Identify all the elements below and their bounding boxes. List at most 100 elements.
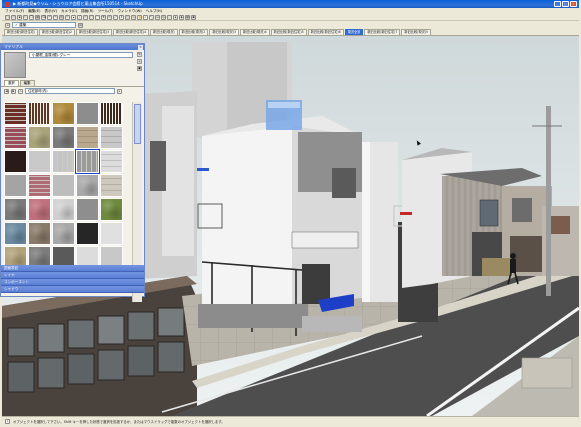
texture-swatch[interactable] — [52, 126, 75, 149]
texture-swatch[interactable] — [52, 102, 75, 125]
erase-icon[interactable]: ⌫ — [41, 14, 46, 20]
section-layers[interactable]: レイヤ — [1, 272, 144, 279]
maximize-button[interactable]: □ — [562, 1, 569, 7]
back-icon[interactable]: ◀ — [4, 88, 9, 94]
texture-swatch[interactable] — [4, 102, 27, 125]
section-style[interactable]: 図面表記 — [1, 265, 144, 272]
menu-edit[interactable]: 編集(E) — [28, 9, 40, 14]
scene-tab[interactable]: 新旧比較(新旧住宅)6 — [307, 29, 344, 35]
forward-icon[interactable]: ▶ — [11, 88, 16, 94]
scale-icon[interactable]: ⤢ — [113, 14, 118, 20]
texture-swatch[interactable] — [28, 150, 51, 173]
scene-tab[interactable]: 新旧比較(現況) — [150, 29, 178, 35]
menu-tools[interactable]: ツール(T) — [98, 9, 114, 14]
sample-paint-icon[interactable]: ✎ — [137, 52, 142, 57]
section-components[interactable]: コンポーネント — [1, 279, 144, 286]
texture-swatch[interactable] — [52, 222, 75, 245]
menu-camera[interactable]: カメラ(C) — [61, 9, 77, 14]
texture-swatch[interactable] — [28, 102, 51, 125]
rotate-icon[interactable]: ↻ — [107, 14, 112, 20]
texture-swatch[interactable] — [4, 150, 27, 173]
scene-tab[interactable]: 新旧比較(現況)4 — [239, 29, 270, 35]
mono-icon[interactable]: ▣ — [191, 14, 196, 20]
menu-draw[interactable]: 描画(R) — [81, 9, 94, 14]
texture-swatch[interactable] — [100, 102, 123, 125]
move-icon[interactable]: ✥ — [101, 14, 106, 20]
menu-file[interactable]: ファイル(F) — [5, 9, 24, 14]
materials-close-button[interactable]: × — [138, 44, 143, 50]
layers-icon[interactable]: ≡ — [5, 22, 10, 28]
hidden-icon[interactable]: ◈ — [173, 14, 178, 20]
close-button[interactable]: × — [570, 1, 577, 7]
texture-swatch[interactable] — [4, 198, 27, 221]
texture-swatch[interactable] — [75, 149, 100, 174]
save-icon[interactable]: ▪ — [17, 14, 22, 20]
home-icon[interactable]: ⌂ — [18, 88, 23, 94]
zoom-icon[interactable]: ⌕ — [143, 14, 148, 20]
create-material-icon[interactable]: + — [137, 59, 142, 64]
scene-tab[interactable]: 新旧比較(現況)2 — [178, 29, 209, 35]
scroll-thumb[interactable] — [134, 104, 141, 144]
texture-swatch[interactable] — [76, 174, 99, 197]
texture-swatch[interactable] — [100, 126, 123, 149]
menu-window[interactable]: ウィンドウ(W) — [117, 9, 141, 14]
material-name-field[interactable]: 小屋根_金属(銀)-グレー — [29, 52, 133, 58]
minimize-button[interactable]: _ — [554, 1, 561, 7]
xray-icon[interactable]: ◍ — [161, 14, 166, 20]
menu-help[interactable]: ヘルプ(H) — [146, 9, 162, 14]
details-icon[interactable]: ▸ — [117, 88, 122, 94]
select-icon[interactable]: ↖ — [65, 14, 70, 20]
texture-icon[interactable]: ▩ — [185, 14, 190, 20]
texture-swatch[interactable] — [52, 150, 75, 173]
zoomext-icon[interactable]: ⤡ — [149, 14, 154, 20]
scene-tab[interactable]: 新旧比較(新旧住宅)3 — [76, 29, 113, 35]
new-icon[interactable]: □ — [5, 14, 10, 20]
texture-swatch[interactable] — [100, 150, 123, 173]
scene-tab[interactable]: 新旧比較(新旧住宅) — [4, 29, 38, 35]
print-icon[interactable]: ▥ — [59, 14, 64, 20]
texture-swatch[interactable] — [28, 126, 51, 149]
scene-tab[interactable]: 現況全景 — [344, 29, 364, 35]
paste-icon[interactable]: ▦ — [35, 14, 40, 20]
paint-icon[interactable]: ▴ — [71, 14, 76, 20]
default-material-icon[interactable]: ▣ — [137, 66, 142, 71]
scene-tab[interactable]: 新旧比較(新旧住宅)4 — [113, 29, 150, 35]
shaded-icon[interactable]: ◆ — [179, 14, 184, 20]
texture-swatch[interactable] — [100, 198, 123, 221]
layer-select[interactable]: ✓ 建築 — [12, 22, 76, 28]
pushpull-icon[interactable]: ⇕ — [119, 14, 124, 20]
orbit-icon[interactable]: ◎ — [131, 14, 136, 20]
rect-icon[interactable]: ▭ — [83, 14, 88, 20]
scene-tab[interactable]: 新旧比較(新旧住宅)7 — [364, 29, 401, 35]
scene-tab[interactable]: 新旧比較(現況)5 — [401, 29, 432, 35]
copy-icon[interactable]: ❐ — [29, 14, 34, 20]
texture-swatch[interactable] — [76, 222, 99, 245]
tab-edit[interactable]: 編集 — [19, 80, 35, 86]
section-icon[interactable]: ⊟ — [155, 14, 160, 20]
texture-swatch[interactable] — [28, 198, 51, 221]
texture-swatch[interactable] — [4, 222, 27, 245]
scene-tab[interactable]: 新旧比較(新旧住宅)2 — [39, 29, 76, 35]
undo-icon[interactable]: ↶ — [47, 14, 52, 20]
texture-swatch[interactable] — [52, 198, 75, 221]
pan-icon[interactable]: ✋ — [137, 14, 142, 20]
texture-swatch[interactable] — [100, 174, 123, 197]
texture-swatch[interactable] — [28, 174, 51, 197]
wire-icon[interactable]: ◇ — [167, 14, 172, 20]
library-select[interactable]: 住宅部材(内) — [25, 88, 115, 94]
open-icon[interactable]: ▭ — [11, 14, 16, 20]
offset-icon[interactable]: ◫ — [125, 14, 130, 20]
texture-swatch[interactable] — [76, 198, 99, 221]
layer-manager-icon[interactable]: ▤ — [78, 22, 83, 28]
tab-select[interactable]: 選択 — [4, 80, 19, 86]
section-shadows[interactable]: シャドウ — [1, 286, 144, 293]
texture-swatch[interactable] — [52, 174, 75, 197]
texture-swatch[interactable] — [100, 222, 123, 245]
texture-swatch[interactable] — [4, 174, 27, 197]
arc-icon[interactable]: ◠ — [95, 14, 100, 20]
redo-icon[interactable]: ↷ — [53, 14, 58, 20]
scene-tab[interactable]: 新旧比較(現況)3 — [209, 29, 239, 35]
texture-swatch[interactable] — [76, 102, 99, 125]
texture-swatch[interactable] — [4, 126, 27, 149]
scene-tab[interactable]: 新旧比較(新旧住宅)5 — [270, 29, 307, 35]
